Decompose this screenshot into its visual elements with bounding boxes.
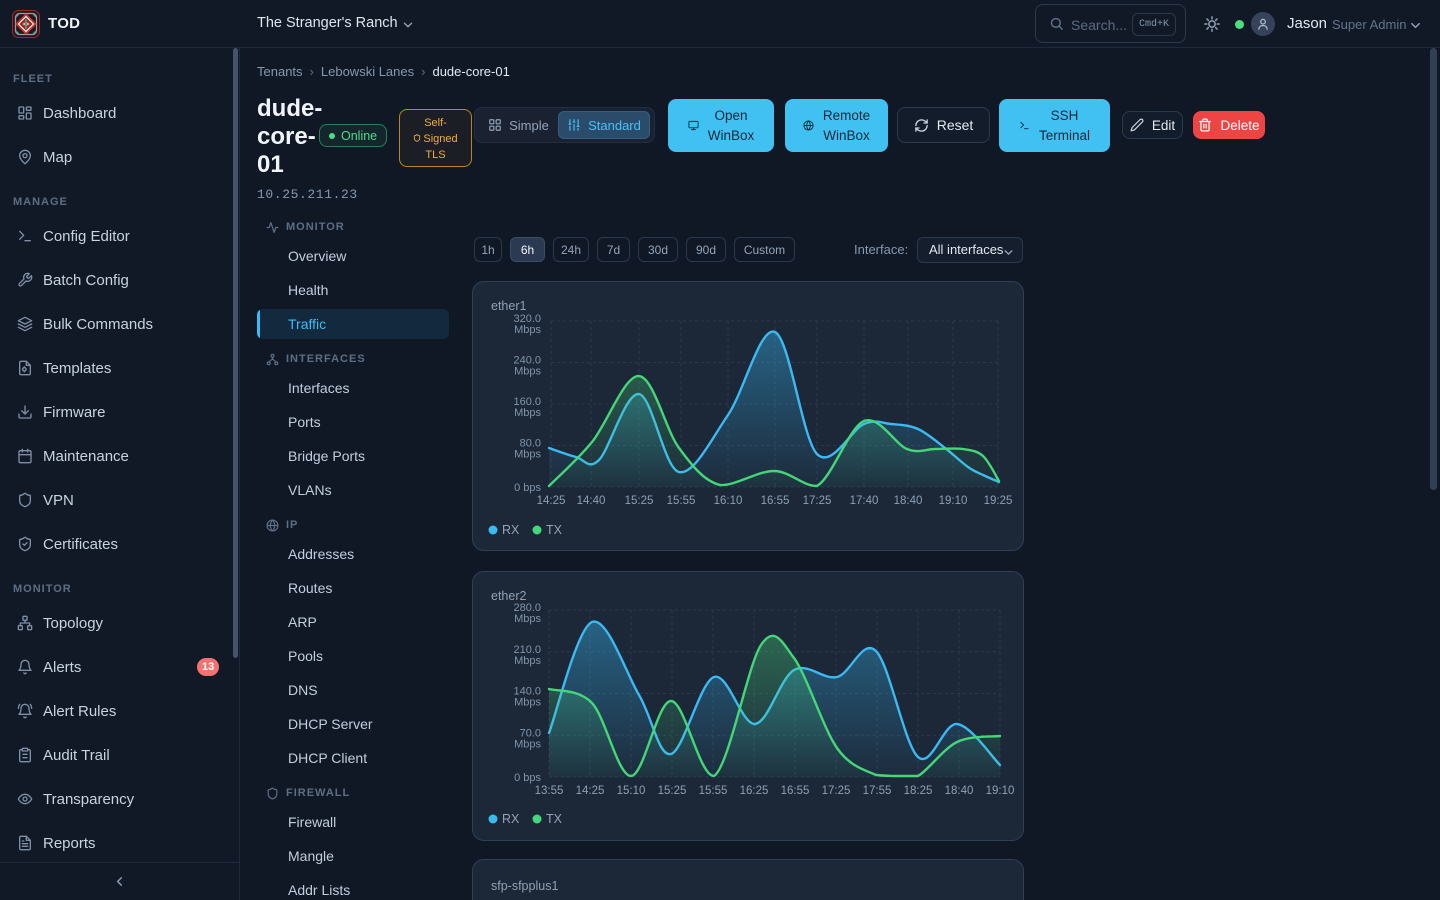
svg-text:18:40: 18:40 <box>894 495 923 507</box>
svg-text:18:40: 18:40 <box>945 785 974 797</box>
svg-text:13:55: 13:55 <box>535 785 564 797</box>
svg-text:Mbps: Mbps <box>514 655 541 667</box>
svg-text:14:25: 14:25 <box>537 495 566 507</box>
svg-text:18:25: 18:25 <box>904 785 933 797</box>
svg-text:16:55: 16:55 <box>761 495 790 507</box>
svg-text:15:25: 15:25 <box>658 785 687 797</box>
svg-text:16:55: 16:55 <box>781 785 810 797</box>
svg-text:TX: TX <box>546 523 563 537</box>
svg-text:14:40: 14:40 <box>577 495 606 507</box>
svg-text:0 bps: 0 bps <box>514 482 541 494</box>
svg-text:15:55: 15:55 <box>699 785 728 797</box>
svg-text:Mbps: Mbps <box>514 449 541 461</box>
svg-text:15:25: 15:25 <box>625 495 654 507</box>
svg-text:0 bps: 0 bps <box>514 772 541 784</box>
svg-text:15:55: 15:55 <box>667 495 696 507</box>
svg-text:RX: RX <box>502 812 520 826</box>
svg-text:RX: RX <box>502 523 520 537</box>
svg-text:Mbps: Mbps <box>514 613 541 625</box>
svg-text:19:25: 19:25 <box>984 495 1013 507</box>
svg-text:Mbps: Mbps <box>514 324 541 336</box>
svg-text:14:25: 14:25 <box>576 785 605 797</box>
svg-text:19:10: 19:10 <box>939 495 968 507</box>
svg-text:Mbps: Mbps <box>514 738 541 750</box>
svg-text:TX: TX <box>546 812 563 826</box>
svg-text:Mbps: Mbps <box>514 407 541 419</box>
svg-text:16:10: 16:10 <box>714 495 743 507</box>
svg-text:15:10: 15:10 <box>617 785 646 797</box>
svg-text:17:55: 17:55 <box>863 785 892 797</box>
svg-text:17:40: 17:40 <box>850 495 879 507</box>
svg-text:19:10: 19:10 <box>986 785 1015 797</box>
svg-text:Mbps: Mbps <box>514 366 541 378</box>
svg-text:17:25: 17:25 <box>822 785 851 797</box>
svg-text:17:25: 17:25 <box>803 495 832 507</box>
svg-text:Mbps: Mbps <box>514 697 541 709</box>
svg-text:16:25: 16:25 <box>740 785 769 797</box>
